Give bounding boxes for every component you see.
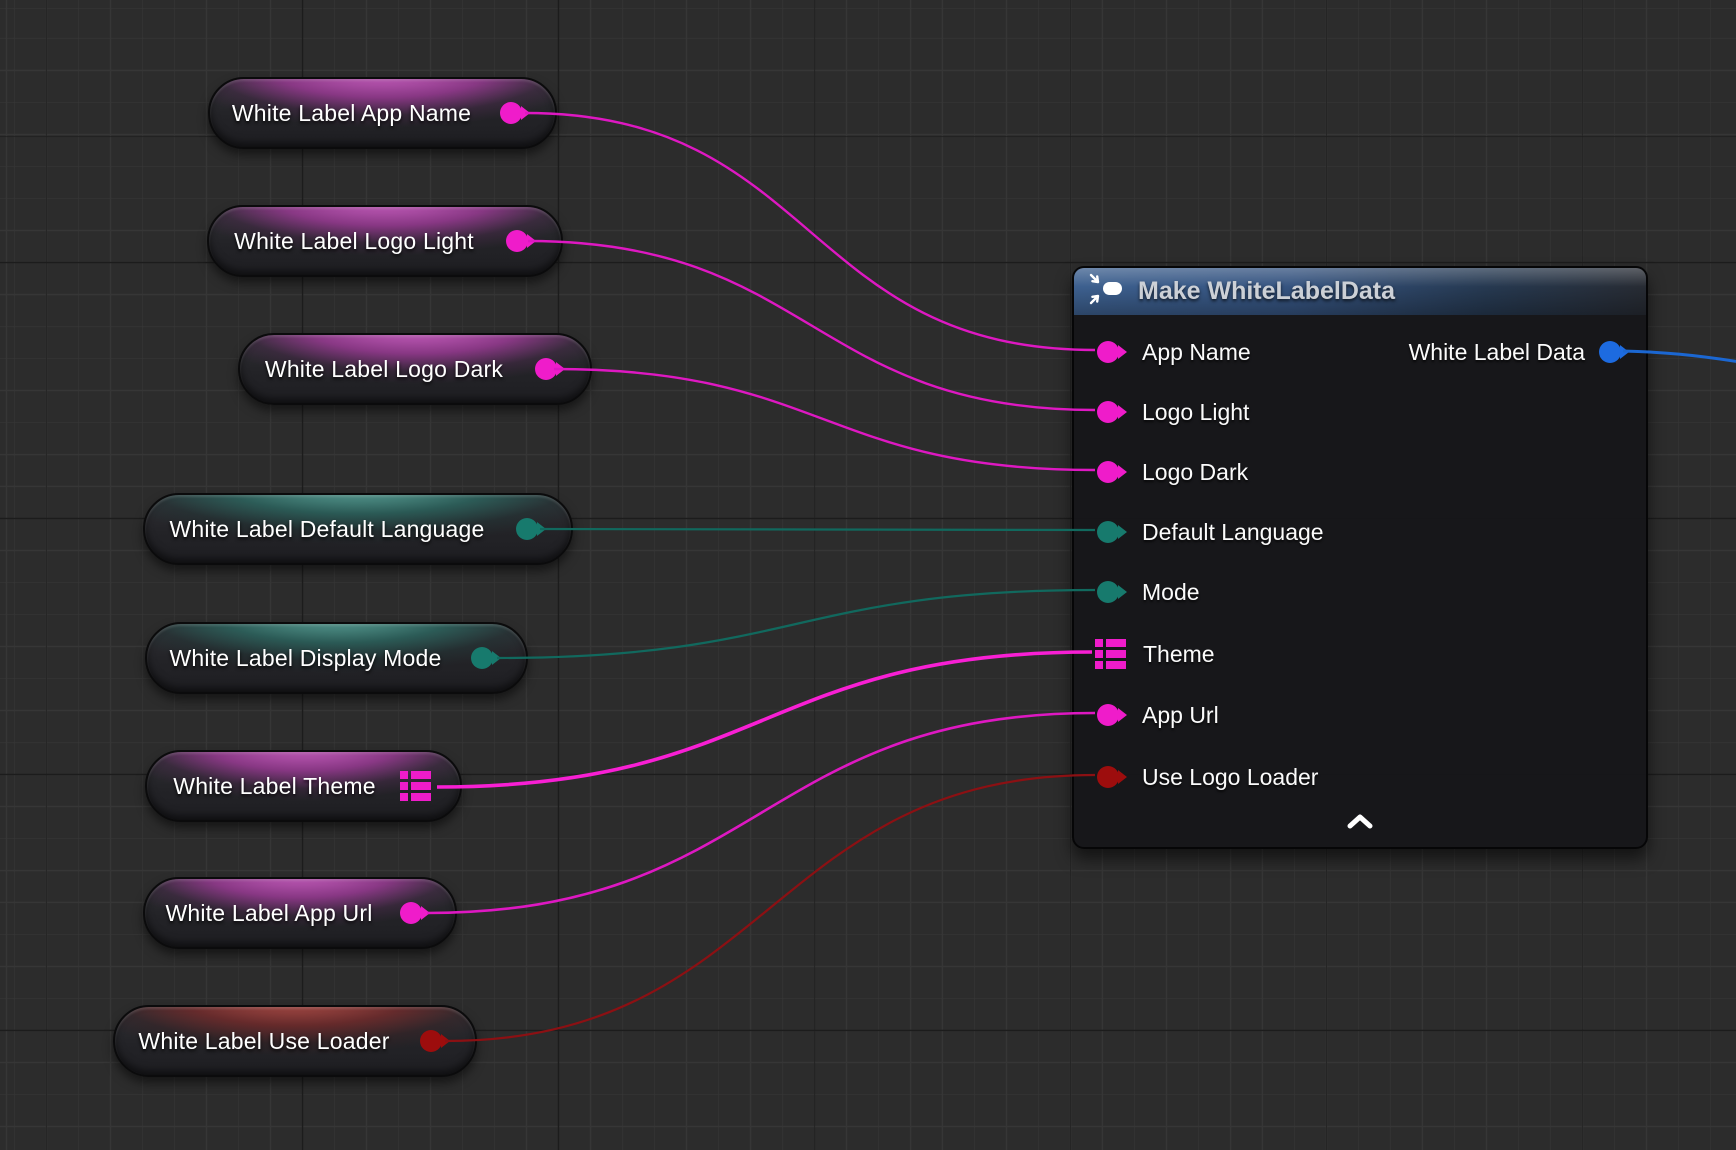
enum-output-pin[interactable]	[471, 647, 493, 669]
node-label: White Label Theme	[173, 773, 433, 800]
pin-row-theme: Theme	[1095, 639, 1215, 669]
string-input-pin[interactable]	[1097, 461, 1119, 483]
struct-output-pin[interactable]	[1599, 341, 1621, 363]
pin-row-use-logo-loader: Use Logo Loader	[1097, 762, 1318, 792]
node-label: White Label Use Loader	[138, 1028, 451, 1055]
pin-row-mode: Mode	[1097, 577, 1200, 607]
node-label: White Label App Url	[165, 900, 434, 927]
node-make-whitelabeldata[interactable]: Make WhiteLabelData App Name Logo Light …	[1072, 266, 1648, 849]
wire-default-language[interactable]	[540, 529, 1095, 530]
pin-label: Logo Dark	[1142, 459, 1248, 486]
node-title: Make WhiteLabelData	[1138, 277, 1395, 306]
pin-row-app-url: App Url	[1097, 700, 1219, 730]
string-output-pin[interactable]	[506, 230, 528, 252]
node-get-white-label-display-mode[interactable]: White Label Display Mode	[145, 622, 528, 694]
pin-row-white-label-data: White Label Data	[1409, 337, 1621, 367]
struct-output-pin[interactable]	[400, 771, 431, 801]
pin-label: Mode	[1142, 579, 1200, 606]
enum-input-pin[interactable]	[1097, 581, 1119, 603]
pin-label: Use Logo Loader	[1142, 764, 1318, 791]
pin-row-app-name: App Name	[1097, 337, 1251, 367]
pin-label: App Name	[1142, 339, 1251, 366]
string-output-pin[interactable]	[400, 902, 422, 924]
pin-label: Default Language	[1142, 519, 1324, 546]
node-label: White Label Display Mode	[170, 645, 504, 672]
node-get-white-label-app-url[interactable]: White Label App Url	[143, 877, 457, 949]
pin-label: Logo Light	[1142, 399, 1249, 426]
node-get-white-label-logo-dark[interactable]: White Label Logo Dark	[238, 333, 592, 405]
pin-row-logo-dark: Logo Dark	[1097, 457, 1248, 487]
node-get-white-label-logo-light[interactable]: White Label Logo Light	[207, 205, 563, 277]
chevron-up-icon[interactable]	[1347, 814, 1373, 829]
pin-label: App Url	[1142, 702, 1219, 729]
node-get-white-label-use-loader[interactable]: White Label Use Loader	[113, 1005, 477, 1077]
boolean-output-pin[interactable]	[420, 1030, 442, 1052]
pin-row-logo-light: Logo Light	[1097, 397, 1249, 427]
string-input-pin[interactable]	[1097, 341, 1119, 363]
pin-label: White Label Data	[1409, 339, 1585, 366]
node-label: White Label Default Language	[169, 516, 546, 543]
node-get-white-label-theme[interactable]: White Label Theme	[145, 750, 462, 822]
node-get-white-label-default-language[interactable]: White Label Default Language	[143, 493, 573, 565]
string-input-pin[interactable]	[1097, 704, 1119, 726]
pin-row-default-language: Default Language	[1097, 517, 1324, 547]
wire-logo-dark[interactable]	[554, 369, 1095, 470]
node-header[interactable]: Make WhiteLabelData	[1074, 268, 1646, 315]
node-get-white-label-app-name[interactable]: White Label App Name	[208, 77, 557, 149]
blueprint-graph-canvas[interactable]: White Label App Name White Label Logo Li…	[0, 0, 1736, 1150]
enum-input-pin[interactable]	[1097, 521, 1119, 543]
pin-label: Theme	[1143, 641, 1215, 668]
wire-logo-light[interactable]	[528, 241, 1095, 410]
wire-app-name[interactable]	[525, 113, 1095, 350]
string-input-pin[interactable]	[1097, 401, 1119, 423]
wire-use-loader[interactable]	[445, 775, 1095, 1041]
struct-input-pin[interactable]	[1095, 639, 1126, 669]
node-label: White Label App Name	[232, 100, 533, 127]
string-output-pin[interactable]	[500, 102, 522, 124]
wire-display-mode[interactable]	[497, 590, 1095, 658]
node-label: White Label Logo Dark	[265, 356, 565, 383]
enum-output-pin[interactable]	[516, 518, 538, 540]
wire-app-url[interactable]	[427, 713, 1095, 913]
string-output-pin[interactable]	[535, 358, 557, 380]
node-label: White Label Logo Light	[234, 228, 536, 255]
make-struct-icon	[1088, 272, 1126, 311]
boolean-input-pin[interactable]	[1097, 766, 1119, 788]
